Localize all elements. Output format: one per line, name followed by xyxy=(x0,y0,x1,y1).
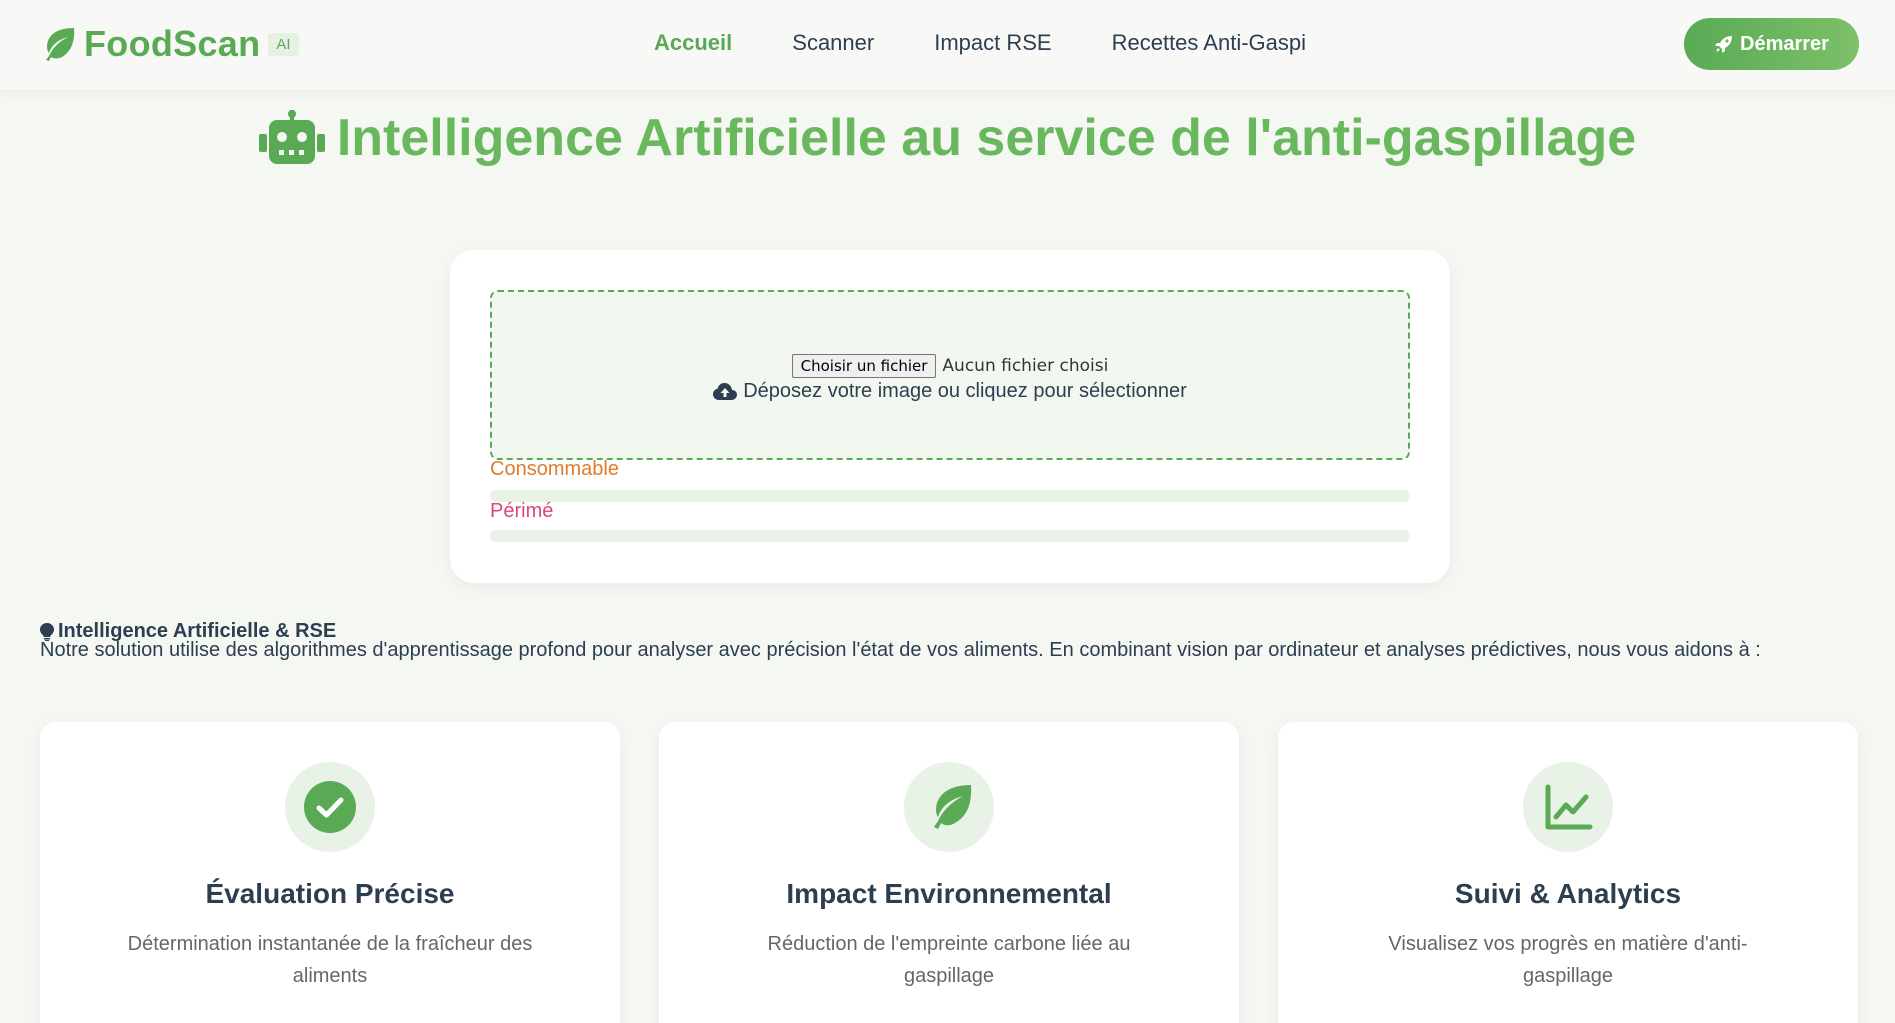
lightbulb-icon xyxy=(40,622,54,641)
navbar: FoodScan AI Accueil Scanner Impact RSE R… xyxy=(0,0,1895,90)
dropzone[interactable]: Choisir un fichier Aucun fichier choisi … xyxy=(490,290,1410,460)
expired-progress-bar xyxy=(490,530,1410,542)
feature-icon-wrap xyxy=(1523,762,1613,852)
robot-icon xyxy=(258,110,325,164)
rocket-icon xyxy=(1715,36,1733,53)
feature-title: Suivi & Analytics xyxy=(1454,878,1682,909)
ai-badge: AI xyxy=(268,32,299,56)
leaf-icon xyxy=(46,28,75,61)
drop-text: Déposez votre image ou cliquez pour séle… xyxy=(743,380,1187,402)
expired-label: Périmé xyxy=(490,500,554,522)
consumable-label: Consommable xyxy=(490,458,619,480)
upload-card: Choisir un fichier Aucun fichier choisi … xyxy=(450,250,1450,583)
feature-title: Évaluation Précise xyxy=(205,878,455,909)
main-nav: Accueil Scanner Impact RSE Recettes Anti… xyxy=(654,30,1366,56)
brand-logo[interactable]: FoodScan AI xyxy=(38,22,299,66)
feature-desc: Réduction de l'empreinte carbone liée au… xyxy=(767,933,1131,987)
start-button-label: Démarrer xyxy=(1740,32,1829,55)
nav-link-scanner[interactable]: Scanner xyxy=(792,30,874,56)
file-status: Aucun fichier choisi xyxy=(942,356,1109,376)
hero: Intelligence Artificielle au service de … xyxy=(0,108,1895,168)
start-button[interactable]: Démarrer xyxy=(1684,18,1859,70)
leaf-icon xyxy=(934,785,972,829)
feature-card-impact: Impact Environnemental Réduction de l'em… xyxy=(659,722,1239,1023)
drop-hint: Déposez votre image ou cliquez pour séle… xyxy=(492,380,1408,403)
feature-desc: Visualisez vos progrès en matière d'anti… xyxy=(1388,933,1748,987)
nav-link-accueil[interactable]: Accueil xyxy=(654,30,732,56)
feature-card-analytics: Suivi & Analytics Visualisez vos progrès… xyxy=(1278,722,1858,1023)
feature-icon-wrap xyxy=(285,762,375,852)
page-title: Intelligence Artificielle au service de … xyxy=(336,109,1637,167)
chart-line-icon xyxy=(1545,784,1593,830)
nav-link-impact-rse[interactable]: Impact RSE xyxy=(934,30,1051,56)
feature-desc: Détermination instantanée de la fraîcheu… xyxy=(127,933,533,987)
feature-title: Impact Environnemental xyxy=(786,878,1112,909)
check-circle-icon xyxy=(304,781,356,833)
nav-link-recettes[interactable]: Recettes Anti-Gaspi xyxy=(1112,30,1306,56)
brand-name: FoodScan xyxy=(84,23,261,64)
file-input[interactable]: Choisir un fichier Aucun fichier choisi xyxy=(492,354,1408,378)
consumable-progress-bar xyxy=(490,490,1410,502)
feature-icon-wrap xyxy=(904,762,994,852)
feature-card-evaluation: Évaluation Précise Détermination instant… xyxy=(40,722,620,1023)
choose-file-button[interactable]: Choisir un fichier xyxy=(791,354,937,378)
cloud-upload-icon xyxy=(713,382,738,400)
info-text: Notre solution utilise des algorithmes d… xyxy=(40,639,1761,661)
